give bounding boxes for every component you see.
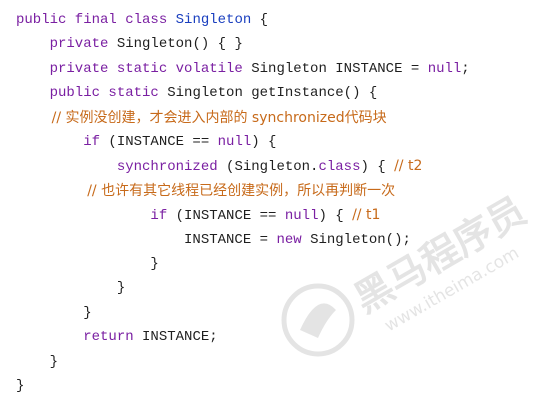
code-token-plain: Singleton() { } <box>116 36 243 53</box>
code-line: return INSTANCE; <box>16 325 218 349</box>
code-token-plain: ) { <box>360 159 395 176</box>
code-token-type: Singleton <box>175 12 252 28</box>
code-token-kw: synchronized <box>16 159 227 176</box>
code-line: } <box>16 276 125 300</box>
code-token-plain: ; <box>461 60 470 77</box>
code-token-kw: new <box>276 231 311 248</box>
code-token-plain: ) { <box>318 208 353 225</box>
code-token-plain: } <box>16 378 25 394</box>
code-block: public final class Singleton { private S… <box>0 0 553 404</box>
code-token-kw: private static volatile <box>16 60 252 77</box>
code-line: if (INSTANCE == null) { <box>16 130 276 154</box>
code-token-plain: Singleton INSTANCE = <box>251 60 428 77</box>
code-line: public final class Singleton { <box>16 8 268 32</box>
code-line: public static Singleton getInstance() { <box>16 81 378 105</box>
code-token-kw: public final class <box>16 12 176 28</box>
code-token-kw: if <box>16 208 176 225</box>
code-token-plain: (Singleton. <box>226 159 319 176</box>
code-token-kw: null <box>284 208 319 225</box>
code-token-kw: if <box>16 134 109 150</box>
code-line: // 实例没创建，才会进入内部的 synchronized代码块 <box>16 106 387 130</box>
code-line: private Singleton() { } <box>16 32 243 56</box>
code-line: } <box>16 301 92 325</box>
code-token-plain: (INSTANCE == <box>108 134 218 150</box>
code-line: } <box>16 374 24 398</box>
code-token-plain: (INSTANCE == <box>175 208 285 225</box>
code-line: INSTANCE = new Singleton(); <box>16 228 411 252</box>
code-token-plain: Singleton getInstance() { <box>167 85 378 102</box>
code-token-kw: return <box>16 329 143 346</box>
code-line: if (INSTANCE == null) { // t1 <box>16 203 380 227</box>
code-token-plain: } <box>16 304 92 321</box>
code-line: } <box>16 350 58 374</box>
code-token-plain: } <box>16 353 59 370</box>
code-token-kw: private <box>16 36 117 53</box>
code-line: // 也许有其它线程已经创建实例，所以再判断一次 <box>16 179 395 203</box>
code-token-comment: // 实例没创建，才会进入内部的 synchronized代码块 <box>16 109 387 126</box>
code-token-plain: Singleton(); <box>310 231 411 248</box>
code-token-plain: } <box>16 256 159 272</box>
code-token-kw: null <box>217 134 252 150</box>
code-line: } <box>16 252 159 276</box>
code-token-plain: INSTANCE; <box>142 329 218 346</box>
code-token-comment: // t2 <box>394 158 423 175</box>
code-line: synchronized (Singleton.class) { // t2 <box>16 154 423 178</box>
code-token-comment: // 也许有其它线程已经创建实例，所以再判断一次 <box>16 182 396 199</box>
code-token-plain: } <box>16 280 126 297</box>
code-token-plain: { <box>251 12 269 28</box>
code-token-kw: public static <box>16 85 168 102</box>
code-token-plain: INSTANCE = <box>16 231 277 248</box>
code-line: private static volatile Singleton INSTAN… <box>16 57 470 81</box>
code-token-comment: // t1 <box>352 207 381 224</box>
code-token-plain: ) { <box>251 134 277 150</box>
code-token-kw: class <box>318 159 361 176</box>
code-token-kw: null <box>427 60 462 77</box>
